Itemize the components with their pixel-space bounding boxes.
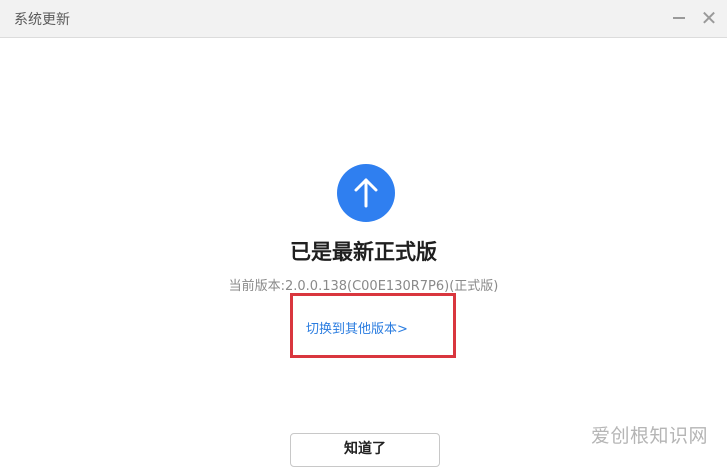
window-title: 系统更新 [14,12,70,28]
title-bar: 系统更新 ✕ [0,0,727,38]
minimize-icon[interactable] [667,6,691,30]
switch-version-link[interactable]: 切换到其他版本> [306,318,408,337]
current-version-text: 当前版本:2.0.0.138(C00E130R7P6)(正式版) [228,279,499,294]
status-headline: 已是最新正式版 [290,240,437,264]
arrow-up-icon [337,164,395,222]
watermark-text: 爱创根知识网 [591,425,709,447]
close-icon[interactable]: ✕ [697,6,721,30]
ok-button[interactable]: 知道了 [290,433,440,467]
